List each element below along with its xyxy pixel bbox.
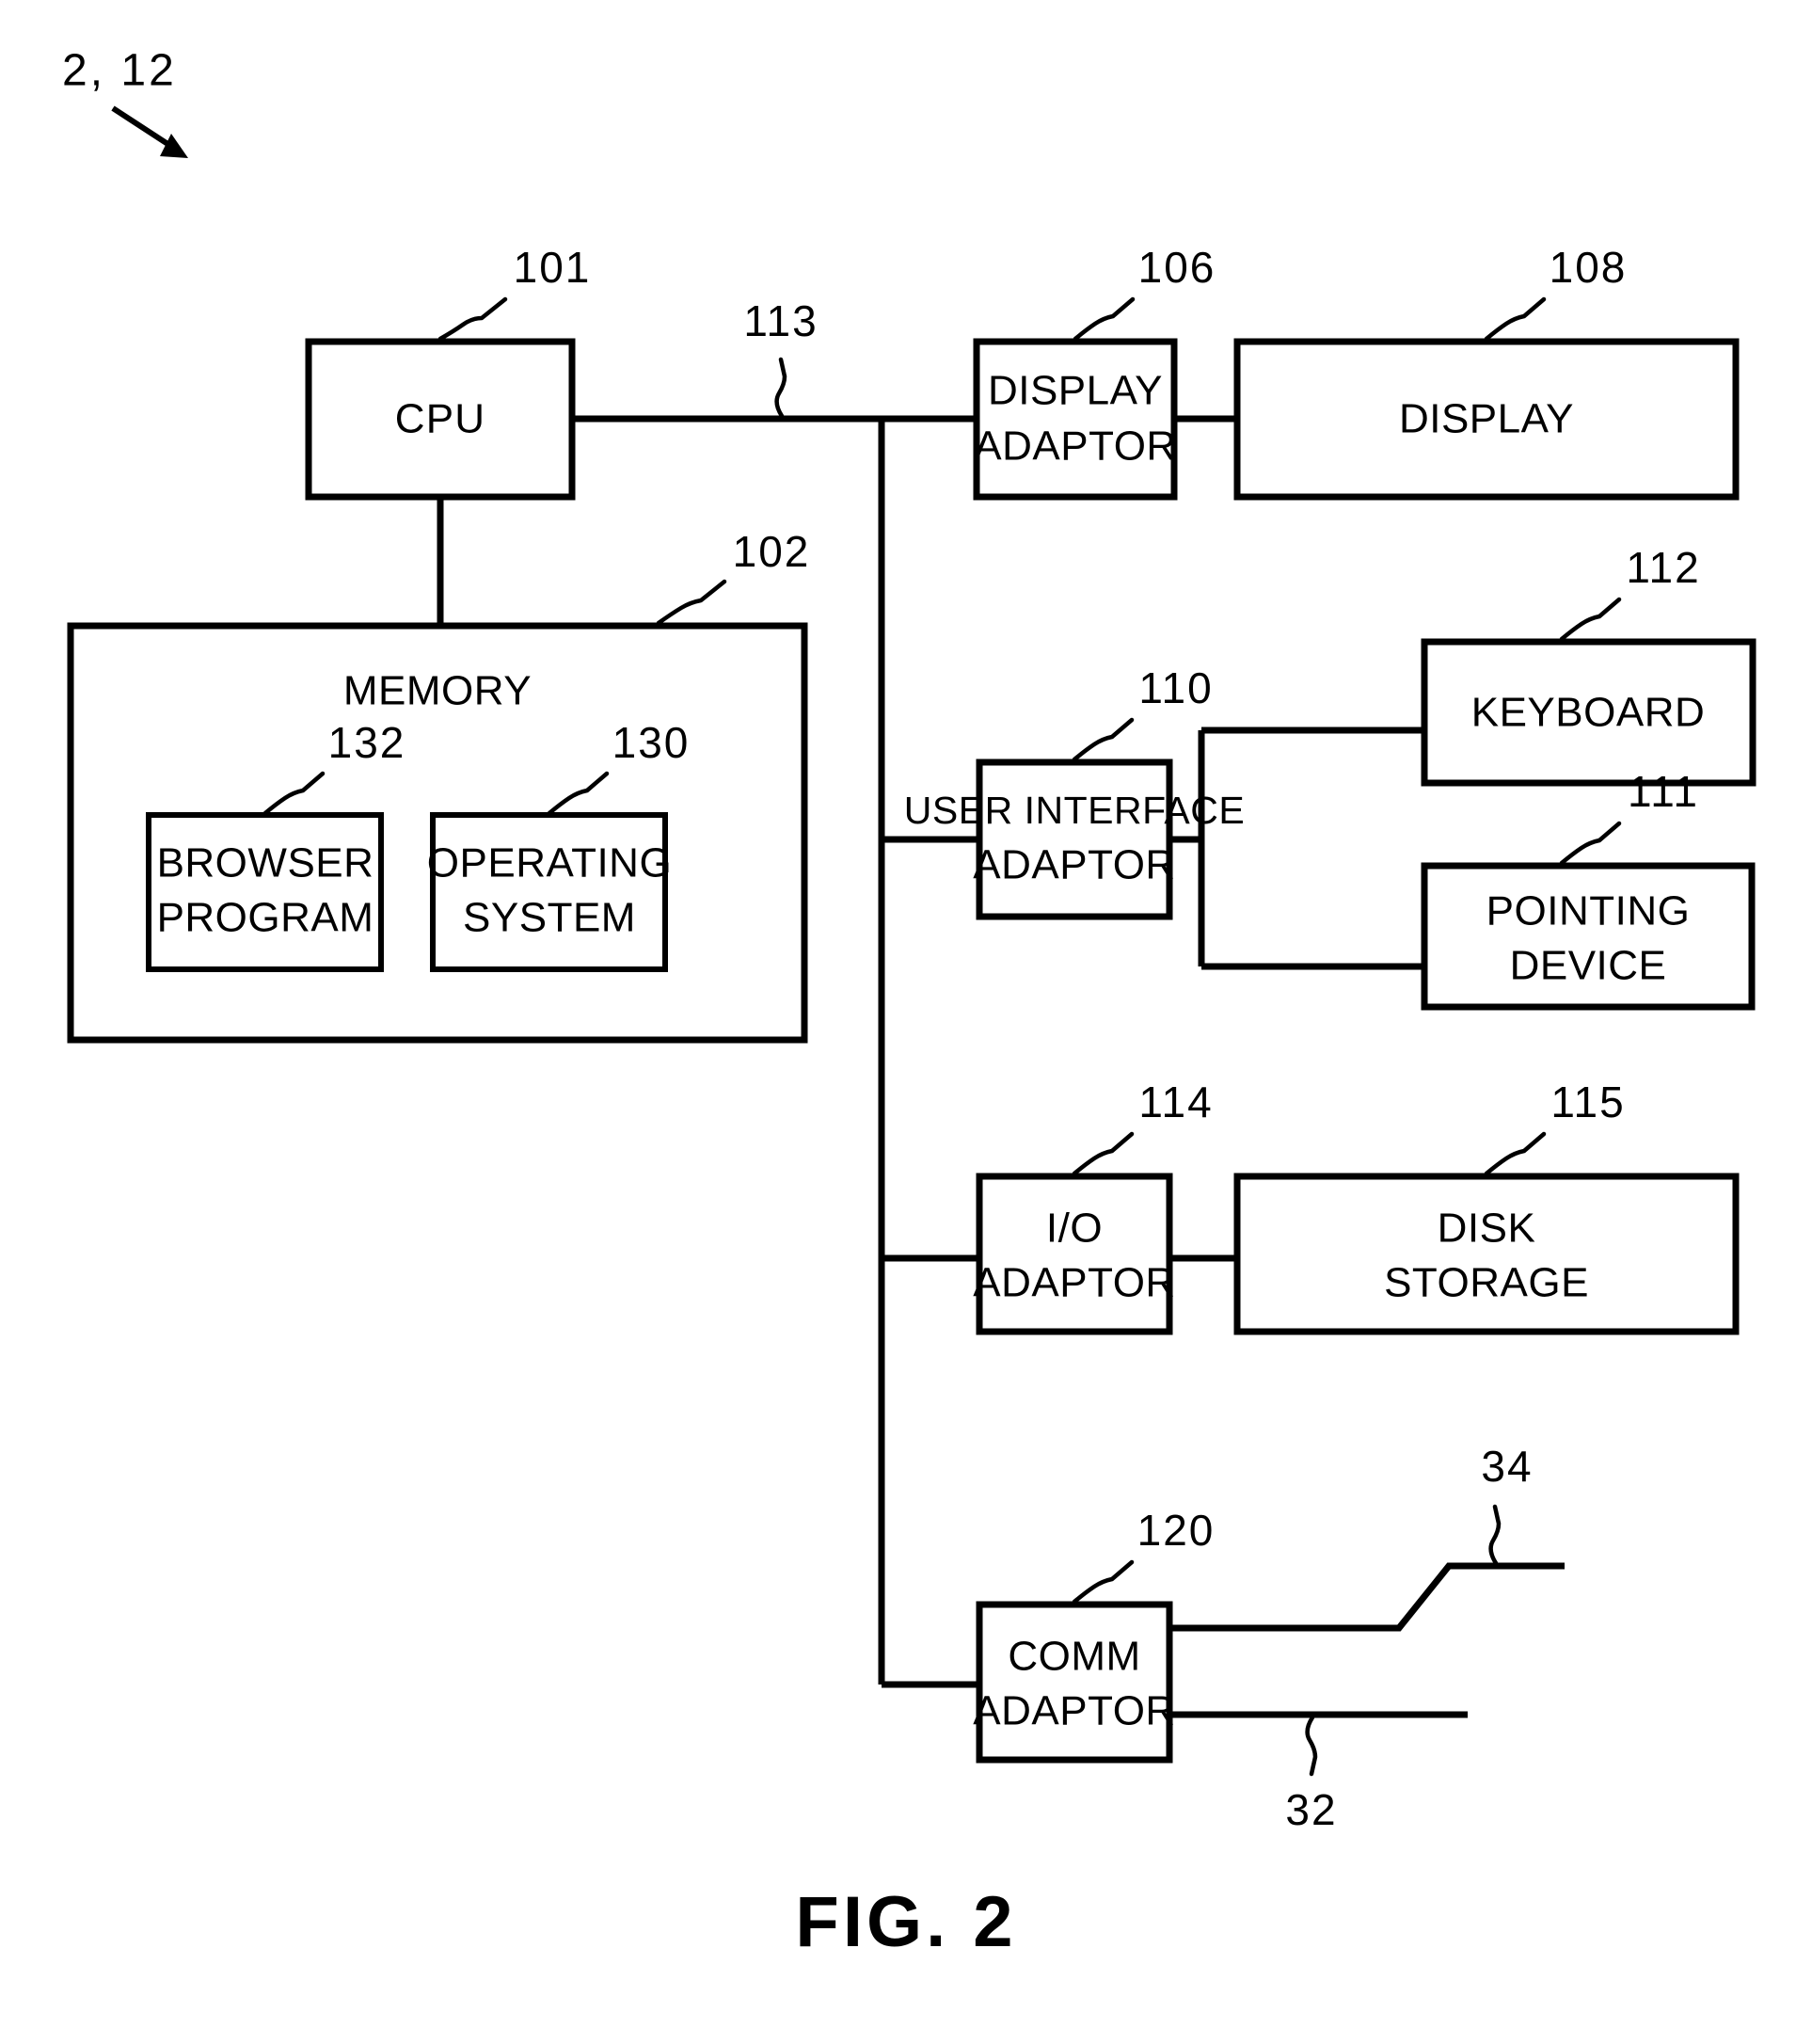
block-cpu[interactable]: CPU 101: [305, 243, 592, 501]
disk-storage-reference-number: 115: [1550, 1078, 1625, 1126]
pointing-device-reference-leader: [1559, 821, 1622, 866]
link-comm-adaptor-to-network-34: [1169, 1562, 1565, 1632]
block-comm-adaptor[interactable]: COMM ADAPTOR 120: [973, 1506, 1216, 1764]
ui-adaptor-label-line1: USER INTERFACE: [904, 789, 1245, 832]
memory-reference-leader: [656, 579, 727, 626]
display-adaptor-label-line1: DISPLAY: [988, 368, 1163, 414]
cpu-reference-leader: [437, 296, 508, 342]
io-adaptor-box[interactable]: [976, 1173, 1173, 1335]
system-bus-reference-number: 113: [743, 296, 818, 345]
pointing-device-label-line1: POINTING: [1486, 888, 1691, 934]
pointing-device-label-line2: DEVICE: [1510, 943, 1667, 989]
browser-program-box[interactable]: [146, 812, 384, 972]
ui-adaptor-reference-number: 110: [1138, 663, 1213, 712]
comm-adaptor-label-line2: ADAPTOR: [973, 1688, 1175, 1734]
memory-reference-number: 102: [733, 527, 811, 576]
display-adaptor-box[interactable]: [973, 338, 1178, 501]
io-adaptor-label-line2: ADAPTOR: [973, 1260, 1175, 1306]
comm-adaptor-box[interactable]: [976, 1601, 1173, 1764]
block-display-adaptor[interactable]: DISPLAY ADAPTOR 106: [973, 243, 1216, 501]
block-ui-adaptor[interactable]: USER INTERFACE ADAPTOR 110: [904, 663, 1245, 920]
browser-program-label-line1: BROWSER: [157, 840, 374, 886]
keyboard-label: KEYBOARD: [1471, 690, 1706, 736]
disk-storage-reference-leader: [1484, 1131, 1547, 1176]
operating-system-box[interactable]: [430, 812, 668, 972]
comm-adaptor-reference-leader: [1072, 1559, 1135, 1605]
operating-system-label-line2: SYSTEM: [463, 895, 636, 941]
memory-label: MEMORY: [343, 668, 532, 714]
browser-program-label-line2: PROGRAM: [157, 895, 374, 941]
display-adaptor-reference-number: 106: [1138, 243, 1216, 292]
block-io-adaptor[interactable]: I/O ADAPTOR 114: [973, 1078, 1213, 1335]
connection-lines: [437, 415, 1565, 1718]
display-adaptor-reference-leader: [1073, 296, 1136, 342]
system-bus-callout: 113: [743, 296, 818, 419]
block-display[interactable]: DISPLAY 108: [1233, 243, 1740, 501]
comm-adaptor-label-line1: COMM: [1008, 1634, 1140, 1680]
block-disk-storage[interactable]: DISK STORAGE 115: [1233, 1078, 1740, 1335]
cpu-label: CPU: [395, 396, 486, 442]
ui-adaptor-reference-leader: [1072, 717, 1135, 762]
operating-system-reference-number: 130: [612, 718, 691, 767]
system-reference-arrow-head: [160, 134, 188, 158]
comm-link-32-reference-leader: [1305, 1715, 1318, 1777]
ui-adaptor-box[interactable]: [976, 759, 1173, 920]
browser-program-reference-number: 132: [328, 718, 406, 767]
comm-link-34-callout: 34: [1481, 1442, 1533, 1566]
display-adaptor-label-line2: ADAPTOR: [974, 423, 1176, 470]
comm-link-34-reference-number: 34: [1481, 1442, 1533, 1491]
io-adaptor-label-line1: I/O: [1046, 1206, 1103, 1252]
io-adaptor-reference-number: 114: [1138, 1078, 1213, 1126]
bus-line-to-comm-adaptor: [882, 1681, 990, 1688]
keyboard-reference-leader: [1559, 597, 1622, 642]
comm-link-34-reference-leader: [1488, 1504, 1502, 1566]
system-reference-label: 2, 12: [62, 46, 177, 96]
block-diagram-svg: 2, 12 CPU 101 MEMORY 102 BROWSER PROGRAM…: [62, 46, 1756, 1962]
comm-link-32-reference-number: 32: [1285, 1785, 1337, 1834]
system-reference-arrow-shaft: [111, 105, 177, 152]
figure-canvas: 2, 12 CPU 101 MEMORY 102 BROWSER PROGRAM…: [0, 0, 1812, 2044]
comm-adaptor-reference-number: 120: [1137, 1506, 1216, 1555]
pointing-device-reference-number: 111: [1628, 767, 1699, 816]
operating-system-label-line1: OPERATING: [427, 840, 672, 886]
display-label: DISPLAY: [1399, 396, 1574, 442]
cpu-reference-number: 101: [514, 243, 592, 292]
ui-adaptor-label-line2: ADAPTOR: [973, 842, 1175, 888]
display-reference-leader: [1484, 296, 1547, 342]
figure-caption: FIG. 2: [795, 1882, 1016, 1962]
comm-link-32-callout: 32: [1285, 1715, 1337, 1834]
io-adaptor-reference-leader: [1072, 1131, 1135, 1176]
disk-storage-label-line2: STORAGE: [1384, 1260, 1589, 1306]
block-keyboard[interactable]: KEYBOARD 112: [1421, 543, 1756, 787]
keyboard-reference-number: 112: [1626, 543, 1700, 592]
display-reference-number: 108: [1550, 243, 1628, 292]
system-reference-callout: 2, 12: [62, 46, 188, 158]
block-pointing-device[interactable]: POINTING DEVICE 111: [1421, 767, 1756, 1011]
system-bus-reference-leader: [774, 357, 787, 419]
disk-storage-box[interactable]: [1233, 1173, 1740, 1335]
disk-storage-label-line1: DISK: [1438, 1206, 1536, 1252]
